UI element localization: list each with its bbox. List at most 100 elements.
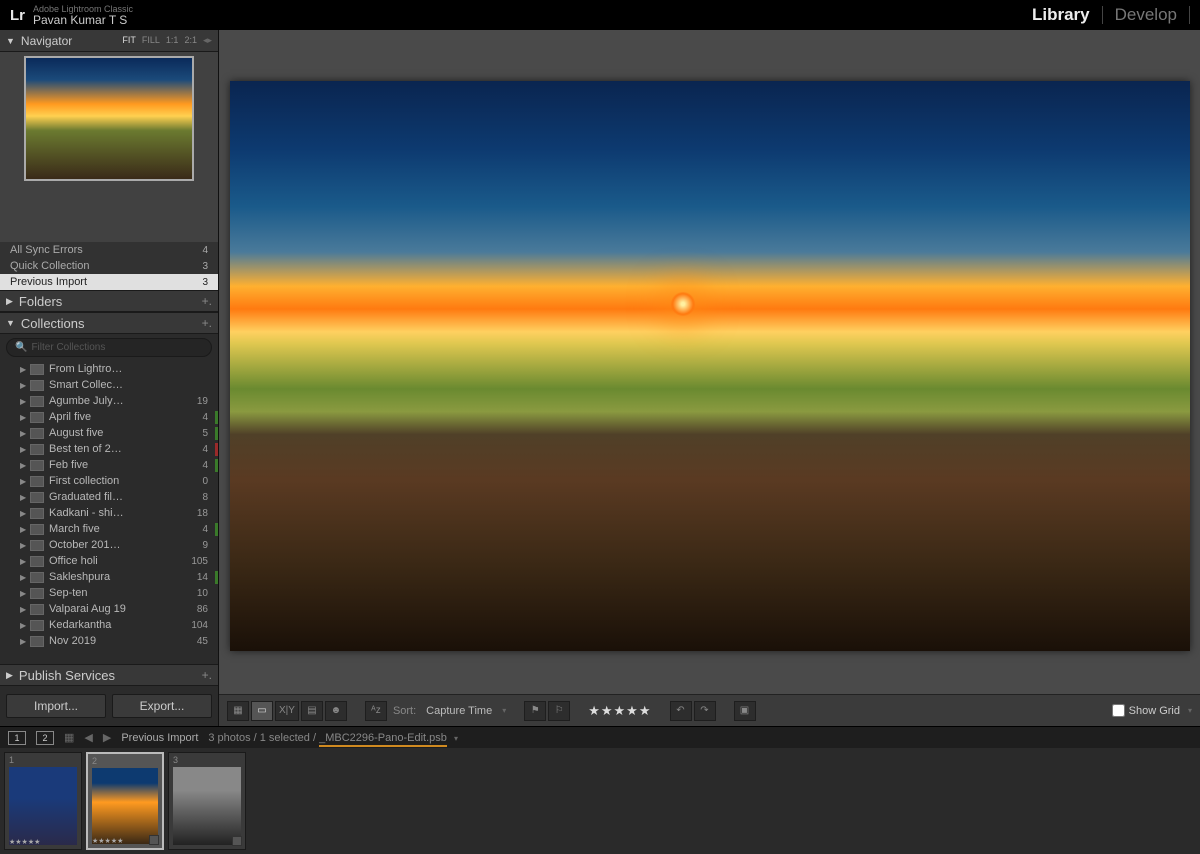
catalog-row-quick[interactable]: Quick Collection 3 bbox=[0, 258, 218, 274]
collection-icon bbox=[30, 492, 44, 503]
collection-row[interactable]: ▶Valparai Aug 1986 bbox=[0, 601, 218, 617]
collection-row[interactable]: ▶ Graduated fil…8 bbox=[0, 489, 218, 505]
collection-row[interactable]: ▶Sep-ten10 bbox=[0, 585, 218, 601]
zoom-1-1[interactable]: 1:1 bbox=[166, 35, 179, 46]
import-button[interactable]: Import... bbox=[6, 694, 106, 718]
collection-name: Agumbe July… bbox=[49, 395, 197, 407]
metadata-badge-icon[interactable] bbox=[149, 835, 159, 845]
chevron-right-icon: ▶ bbox=[20, 525, 30, 534]
left-panel: ▼ Navigator FIT FILL 1:1 2:1 ◂▸ All Sync… bbox=[0, 30, 219, 726]
collection-row[interactable]: ▶From Lightro… bbox=[0, 361, 218, 377]
show-grid-toggle[interactable]: Show Grid ▾ bbox=[1112, 704, 1192, 717]
chevron-down-icon[interactable]: ▾ bbox=[454, 734, 458, 743]
navigator-thumbnail[interactable] bbox=[24, 56, 194, 181]
collection-count: 0 bbox=[202, 476, 214, 487]
source-label[interactable]: Previous Import bbox=[121, 732, 198, 744]
show-grid-checkbox[interactable] bbox=[1112, 704, 1125, 717]
catalog-row-previous-import[interactable]: Previous Import 3 bbox=[0, 274, 218, 290]
collection-name: First collection bbox=[49, 475, 202, 487]
color-label bbox=[215, 571, 218, 584]
add-collection-icon[interactable]: +. bbox=[202, 316, 212, 330]
collection-name: April five bbox=[49, 411, 202, 423]
export-button[interactable]: Export... bbox=[112, 694, 212, 718]
view-people-button[interactable]: ☻ bbox=[325, 701, 347, 721]
filmstrip-thumb-3[interactable]: 3 bbox=[168, 752, 246, 850]
collection-count: 4 bbox=[202, 412, 214, 423]
catalog-row-sync-errors[interactable]: All Sync Errors 4 bbox=[0, 242, 218, 258]
painter-button[interactable]: ᴬz bbox=[365, 701, 387, 721]
selection-info: 3 photos / 1 selected / _MBC2296-Pano-Ed… bbox=[208, 732, 458, 744]
collection-row[interactable]: ▶Nov 201945 bbox=[0, 633, 218, 649]
collection-name: March five bbox=[49, 523, 202, 535]
chevron-right-icon: ▶ bbox=[20, 589, 30, 598]
view-compare-button[interactable]: X|Y bbox=[275, 701, 299, 721]
collection-name: Graduated fil… bbox=[49, 491, 202, 503]
collection-count: 8 bbox=[202, 492, 214, 503]
collection-row[interactable]: ▶October 201…9 bbox=[0, 537, 218, 553]
collection-row[interactable]: ▶Office holi105 bbox=[0, 553, 218, 569]
chevron-down-icon[interactable]: ▾ bbox=[1188, 706, 1192, 715]
zoom-2-1[interactable]: 2:1 bbox=[184, 35, 197, 46]
collection-icon bbox=[30, 476, 44, 487]
collection-name: Nov 2019 bbox=[49, 635, 197, 647]
navigator-preview[interactable] bbox=[0, 52, 218, 242]
monitor-2-button[interactable]: 2 bbox=[36, 731, 54, 745]
chevron-down-icon[interactable]: ▾ bbox=[502, 706, 506, 715]
zoom-fill[interactable]: FILL bbox=[142, 35, 160, 46]
collection-count: 45 bbox=[197, 636, 214, 647]
view-survey-button[interactable]: ▤ bbox=[301, 701, 323, 721]
chevron-right-icon: ▶ bbox=[20, 493, 30, 502]
collection-row[interactable]: ▶August five5 bbox=[0, 425, 218, 441]
collection-icon bbox=[30, 444, 44, 455]
grid-icon[interactable]: ▦ bbox=[64, 731, 74, 744]
image-canvas[interactable] bbox=[219, 30, 1200, 694]
monitor-1-button[interactable]: 1 bbox=[8, 731, 26, 745]
module-library[interactable]: Library bbox=[1032, 5, 1090, 25]
filename-label[interactable]: _MBC2296-Pano-Edit.psb bbox=[319, 732, 447, 747]
chevron-icon[interactable]: ◂▸ bbox=[203, 35, 212, 46]
collection-set-icon bbox=[30, 380, 44, 391]
collection-row[interactable]: ▶First collection0 bbox=[0, 473, 218, 489]
flag-reject-button[interactable]: ⚐ bbox=[548, 701, 570, 721]
rating-stars[interactable]: ★★★★★ bbox=[588, 703, 651, 719]
collection-row[interactable]: ▶Smart Collec… bbox=[0, 377, 218, 393]
folders-title: Folders bbox=[19, 294, 62, 309]
collection-row[interactable]: ▶March five4 bbox=[0, 521, 218, 537]
collection-row[interactable]: ▶Kedarkantha104 bbox=[0, 617, 218, 633]
rotate-ccw-button[interactable]: ↶ bbox=[670, 701, 692, 721]
collection-row[interactable]: ▶Best ten of 2…4 bbox=[0, 441, 218, 457]
collections-header[interactable]: ▼ Collections +. bbox=[0, 312, 218, 334]
publish-header[interactable]: ▶ Publish Services +. bbox=[0, 664, 218, 686]
collection-row[interactable]: ▶April five4 bbox=[0, 409, 218, 425]
collections-filter-input[interactable]: 🔍 Filter Collections bbox=[6, 338, 212, 357]
filmstrip-thumb-2[interactable]: 2 ★★★★★ bbox=[86, 752, 164, 850]
collection-row[interactable]: ▶Agumbe July…19 bbox=[0, 393, 218, 409]
view-loupe-button[interactable]: ▭ bbox=[251, 701, 273, 721]
main-photo[interactable] bbox=[230, 81, 1190, 651]
history-forward-icon[interactable]: ▶ bbox=[103, 731, 111, 744]
collection-row[interactable]: ▶Kadkani - shi…18 bbox=[0, 505, 218, 521]
collection-row[interactable]: ▶Feb five4 bbox=[0, 457, 218, 473]
slideshow-button[interactable]: ▣ bbox=[734, 701, 756, 721]
filmstrip[interactable]: 1 ★★★★★ 2 ★★★★★ 3 bbox=[0, 748, 1200, 854]
metadata-badge-icon[interactable] bbox=[232, 836, 242, 846]
zoom-fit[interactable]: FIT bbox=[122, 35, 136, 46]
collection-icon bbox=[30, 572, 44, 583]
module-develop[interactable]: Develop bbox=[1115, 5, 1177, 25]
add-folder-icon[interactable]: +. bbox=[202, 294, 212, 308]
sort-value[interactable]: Capture Time bbox=[426, 705, 492, 717]
navigator-header[interactable]: ▼ Navigator FIT FILL 1:1 2:1 ◂▸ bbox=[0, 30, 218, 52]
collection-count: 19 bbox=[197, 396, 214, 407]
view-grid-button[interactable]: ▦ bbox=[227, 701, 249, 721]
flag-pick-button[interactable]: ⚑ bbox=[524, 701, 546, 721]
main-area: ▦ ▭ X|Y ▤ ☻ ᴬz Sort: Capture Time ▾ ⚑ ⚐ … bbox=[219, 30, 1200, 726]
filmstrip-thumb-1[interactable]: 1 ★★★★★ bbox=[4, 752, 82, 850]
photo-sun bbox=[671, 292, 695, 316]
folders-header[interactable]: ▶ Folders +. bbox=[0, 290, 218, 312]
add-publish-icon[interactable]: +. bbox=[202, 668, 212, 682]
collection-row[interactable]: ▶Sakleshpura14 bbox=[0, 569, 218, 585]
collection-name: Valparai Aug 19 bbox=[49, 603, 197, 615]
filter-placeholder: Filter Collections bbox=[31, 342, 105, 353]
history-back-icon[interactable]: ◀ bbox=[84, 731, 92, 744]
rotate-cw-button[interactable]: ↷ bbox=[694, 701, 716, 721]
